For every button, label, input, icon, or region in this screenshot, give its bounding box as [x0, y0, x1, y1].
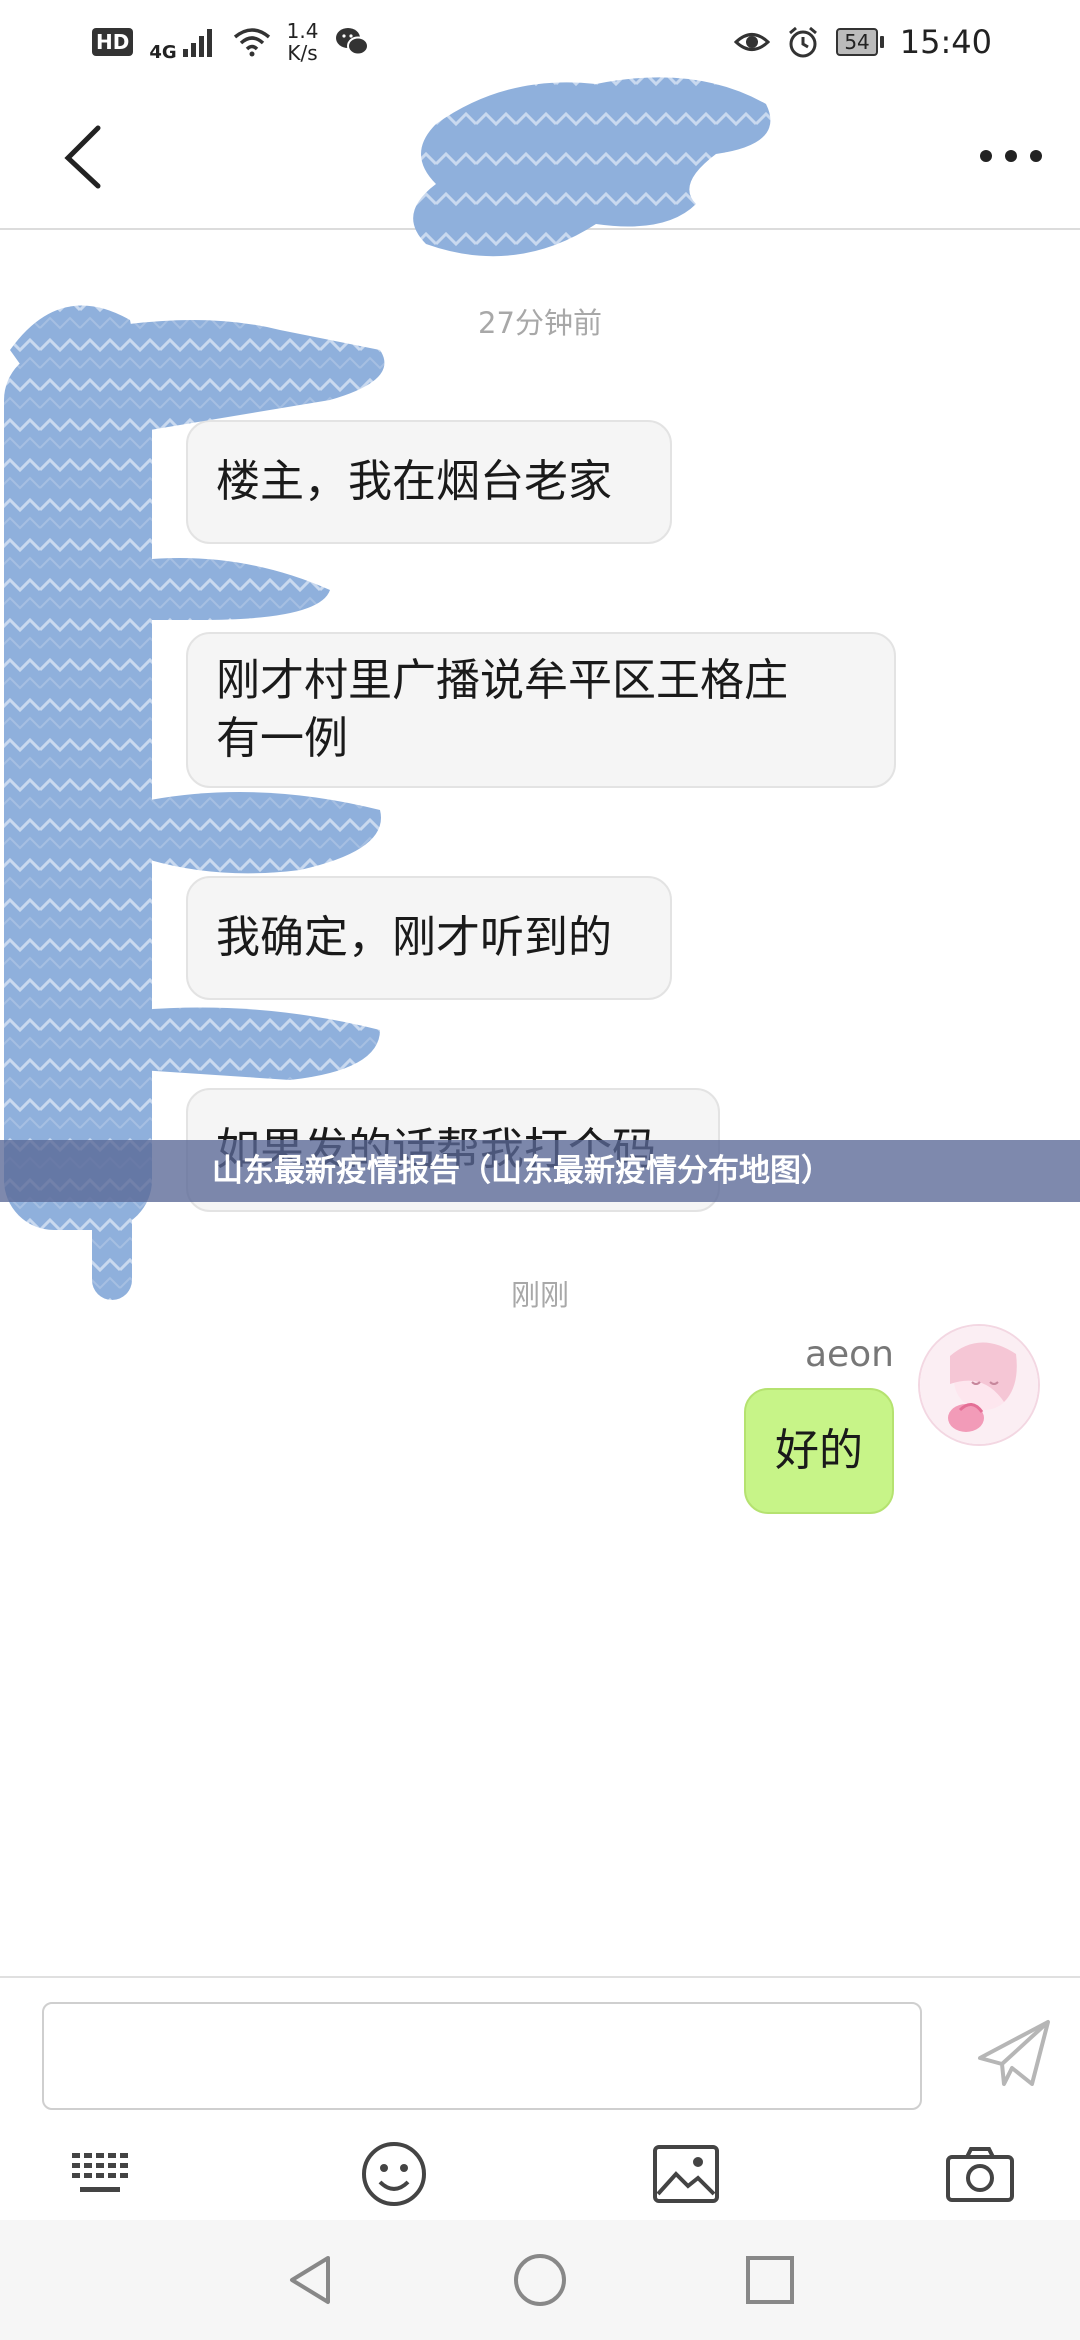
network-type: 4G [149, 42, 177, 63]
overlay-banner: 山东最新疫情报告（山东最新疫情分布地图） [0, 1140, 1080, 1202]
square-recents-icon [746, 2256, 794, 2304]
send-button[interactable] [976, 2018, 1052, 2090]
more-dots-icon [980, 150, 1042, 162]
circle-home-icon [514, 2254, 566, 2306]
signal-icon [182, 29, 212, 57]
speed-value: 1.4 [286, 19, 319, 43]
hd-badge: HD [92, 28, 134, 56]
wechat-icon [336, 28, 370, 56]
input-toolbar [0, 2134, 1080, 2222]
speed-unit: K/s [287, 41, 318, 65]
message-bubble-left[interactable]: 我确定，刚才听到的 [186, 876, 672, 1000]
wifi-icon [233, 28, 270, 57]
back-button[interactable] [56, 122, 116, 192]
emoji-button[interactable] [354, 2134, 434, 2214]
more-button[interactable] [976, 136, 1046, 176]
timestamp-earlier: 27分钟前 [478, 306, 602, 340]
chat-header [0, 84, 1080, 230]
image-button[interactable] [646, 2134, 726, 2214]
image-icon [653, 2145, 719, 2203]
keyboard-button[interactable] [60, 2134, 140, 2214]
nav-back-button[interactable] [278, 2248, 342, 2312]
chevron-left-icon [64, 125, 101, 189]
eye-icon [734, 33, 771, 51]
message-bubble-left[interactable]: 楼主，我在烟台老家 [186, 420, 672, 544]
nav-home-button[interactable] [508, 2248, 572, 2312]
message-text: 刚才村里广播说牟平区王格庄 [216, 655, 788, 706]
status-bar: HD 4G 1.4 K/s 54 15:40 [0, 0, 1080, 84]
battery-indicator: 54 [836, 28, 884, 56]
message-bubble-left[interactable]: 刚才村里广播说牟平区王格庄 有一例 [186, 632, 896, 788]
keyboard-icon [72, 2153, 128, 2192]
send-icon [978, 2020, 1050, 2086]
timestamp-recent: 刚刚 [510, 1278, 569, 1312]
message-text: 楼主，我在烟台老家 [216, 456, 612, 507]
navigation-bar [0, 2220, 1080, 2340]
message-text: 好的 [775, 1425, 863, 1476]
message-input[interactable] [42, 2002, 922, 2110]
net-speed: 1.4 K/s [287, 20, 319, 64]
message-text: 有一例 [216, 713, 348, 764]
message-bubble-right[interactable]: 好的 [744, 1388, 894, 1514]
status-right: 54 15:40 [734, 23, 992, 61]
message-text: 我确定，刚才听到的 [216, 912, 612, 963]
sender-name: aeon [804, 1334, 894, 1375]
triangle-back-icon [290, 2256, 330, 2304]
status-left: HD 4G 1.4 K/s [92, 20, 370, 64]
avatar-image [920, 1326, 1038, 1444]
input-area [0, 1976, 1080, 2220]
avatar[interactable] [918, 1324, 1040, 1446]
battery-level: 54 [836, 28, 878, 56]
alarm-icon [789, 26, 818, 58]
camera-button[interactable] [940, 2134, 1020, 2214]
clock: 15:40 [899, 23, 992, 61]
battery-tip [879, 36, 884, 48]
emoji-icon [362, 2142, 426, 2206]
camera-icon [946, 2147, 1014, 2202]
nav-recents-button[interactable] [738, 2248, 802, 2312]
